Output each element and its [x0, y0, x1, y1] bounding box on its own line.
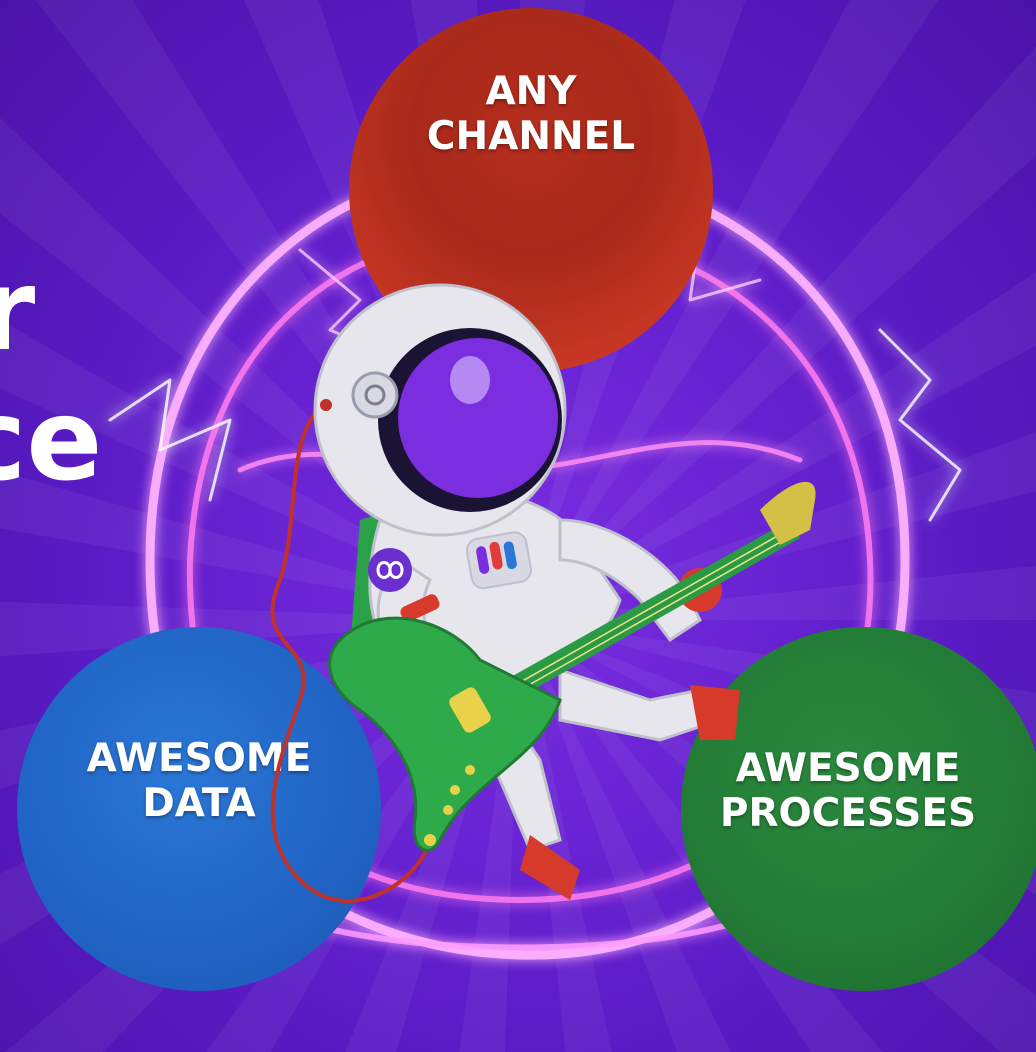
astronaut-helmet — [313, 283, 567, 537]
infinity-logo-icon — [368, 548, 412, 592]
chest-panel — [465, 531, 532, 590]
helmet-ear-dial — [351, 371, 399, 419]
hero-scene: r ce ANY CHANNEL AWESOME DATA AWESOME PR… — [0, 0, 1036, 1052]
astronaut-right-boot — [690, 685, 740, 740]
astronaut-guitarist-illustration — [270, 283, 816, 903]
